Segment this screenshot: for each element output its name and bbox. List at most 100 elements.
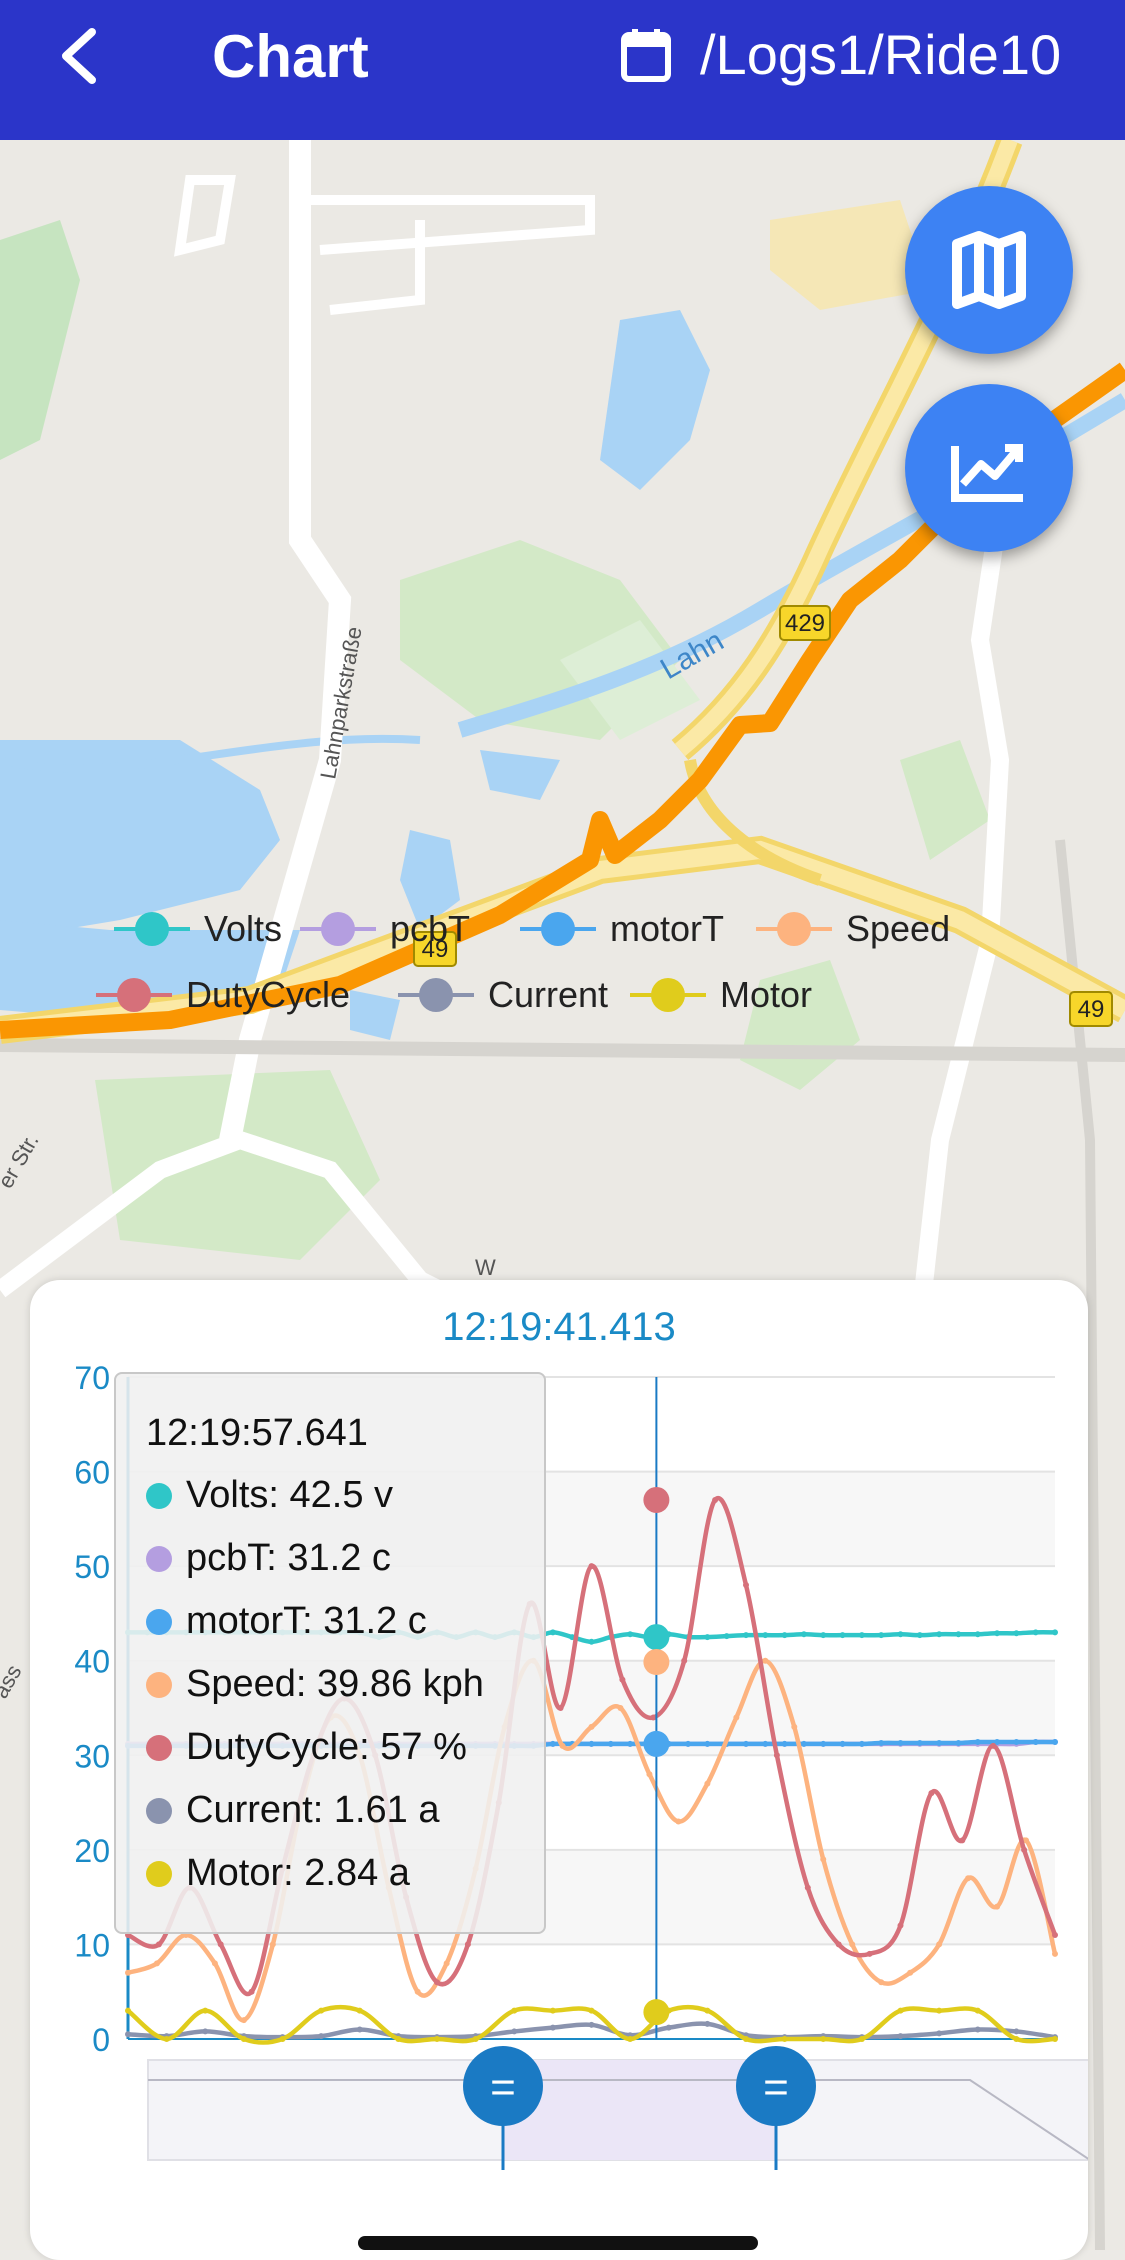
data-point-volts — [974, 1631, 981, 1638]
legend-label: DutyCycle — [186, 974, 351, 1015]
data-point-motort — [685, 1740, 692, 1747]
data-point-dutycycle — [248, 1988, 255, 1995]
data-point-volts — [723, 1633, 730, 1640]
data-point-motort — [800, 1740, 807, 1747]
data-point-motor — [434, 2036, 440, 2042]
tooltip-row-motort: motorT: 31.2 c — [146, 1600, 427, 1643]
data-point-speed — [733, 1714, 740, 1721]
data-point-current — [549, 2024, 556, 2031]
railway — [0, 1038, 1125, 1062]
tooltip-row-dutycycle: DutyCycle: 57 % — [146, 1726, 467, 1769]
data-point-volts — [549, 1629, 556, 1636]
legend-swatch — [114, 912, 190, 946]
legend-swatch — [630, 978, 706, 1012]
legend-swatch-dot — [117, 978, 151, 1012]
data-point-motor — [472, 2036, 479, 2042]
data-point-volts — [955, 1631, 962, 1638]
data-point-current — [897, 2033, 904, 2040]
legend-swatch-dot — [777, 912, 811, 946]
y-tick-label: 10 — [74, 1927, 110, 1963]
data-point-volts — [704, 1634, 711, 1641]
data-point-motor — [395, 2036, 402, 2042]
tooltip-dot — [146, 1671, 172, 1698]
data-point-motort — [1052, 1739, 1058, 1746]
data-point-volts — [878, 1632, 885, 1639]
legend-item-current[interactable]: Current — [398, 974, 608, 1016]
tooltip-dot — [146, 1734, 172, 1761]
tooltip-row-current: Current: 1.61 a — [146, 1789, 439, 1832]
data-point-motort — [1032, 1739, 1039, 1746]
legend-item-volts[interactable]: Volts — [114, 908, 282, 950]
data-point-dutycycle — [1021, 1846, 1028, 1853]
data-point-dutycycle — [928, 1790, 935, 1797]
data-point-dutycycle — [959, 1837, 966, 1844]
data-point-motor — [820, 2036, 827, 2042]
legend-swatch-dot — [541, 912, 575, 946]
legend-item-motor[interactable]: Motor — [630, 974, 812, 1016]
data-point-dutycycle — [804, 1884, 811, 1891]
log-path: /Logs1/Ride10 — [700, 23, 1062, 86]
data-point-speed — [878, 1979, 885, 1986]
chevron-left-icon — [62, 28, 96, 84]
data-point-dutycycle — [1052, 1931, 1058, 1938]
chart-view-button[interactable] — [905, 384, 1073, 552]
data-point-dutycycle — [681, 1657, 688, 1664]
data-point-speed — [443, 1960, 450, 1967]
back-button[interactable] — [52, 26, 112, 86]
chart-title: 12:19:41.413 — [442, 1305, 676, 1349]
data-point-motor — [704, 2007, 711, 2014]
data-point-speed — [849, 1941, 856, 1948]
data-point-speed — [791, 1723, 798, 1730]
data-point-motor — [1013, 2036, 1020, 2042]
data-point-speed — [125, 1969, 131, 1976]
data-point-speed — [820, 1856, 827, 1863]
data-point-speed — [907, 1969, 914, 1976]
range-slider-selection — [503, 2060, 776, 2160]
data-point-motor — [858, 2036, 865, 2042]
data-point-current — [202, 2028, 209, 2035]
data-point-motort — [974, 1739, 981, 1746]
legend-swatch-dot — [651, 978, 685, 1012]
data-point-dutycycle — [773, 1752, 780, 1759]
legend-item-pcbt[interactable]: pcbT — [300, 908, 470, 950]
data-point-volts — [994, 1630, 1001, 1637]
data-point-volts — [897, 1631, 904, 1638]
data-point-speed — [269, 1941, 276, 1948]
data-point-motor — [549, 2007, 556, 2014]
legend-swatch — [520, 912, 596, 946]
chart-line-icon — [951, 444, 1023, 502]
data-point-speed — [965, 1875, 972, 1882]
legend-label: Speed — [846, 908, 951, 949]
data-point-volts — [936, 1631, 943, 1638]
data-point-dutycycle — [155, 1941, 162, 1948]
map-icon — [952, 231, 1026, 309]
data-point-current — [588, 2021, 595, 2028]
highlight-marker-volts — [643, 1624, 670, 1651]
data-point-motort — [704, 1740, 711, 1747]
data-point-motor — [163, 2036, 170, 2042]
data-point-speed — [588, 1723, 595, 1730]
data-point-motor — [202, 2007, 209, 2014]
data-point-dutycycle — [557, 1705, 564, 1711]
map-view-button[interactable] — [905, 186, 1073, 354]
data-point-dutycycle — [866, 1950, 873, 1957]
legend-item-motort[interactable]: motorT — [520, 908, 724, 950]
data-point-dutycycle — [588, 1563, 595, 1570]
y-tick-label: 20 — [74, 1833, 110, 1869]
data-point-speed — [675, 1818, 682, 1825]
data-point-volts — [1032, 1629, 1039, 1636]
legend-label: pcbT — [390, 908, 471, 949]
data-point-dutycycle — [217, 1941, 224, 1948]
data-point-volts — [916, 1632, 923, 1639]
legend-item-speed[interactable]: Speed — [756, 908, 950, 950]
tooltip-row-speed: Speed: 39.86 kph — [146, 1663, 484, 1706]
tooltip-dot — [146, 1482, 172, 1509]
data-point-motor — [897, 2007, 904, 2014]
chart-tooltip: 12:19:57.641 Volts: 42.5 v pcbT: 31.2 c … — [114, 1372, 546, 1934]
data-point-motort — [820, 1740, 827, 1747]
legend-item-dutycycle[interactable]: DutyCycle — [96, 974, 350, 1016]
tooltip-dot — [146, 1608, 172, 1635]
data-point-speed — [762, 1657, 769, 1664]
log-path-selector[interactable]: /Logs1/Ride10 — [620, 22, 1061, 87]
y-tick-label: 60 — [74, 1455, 110, 1491]
